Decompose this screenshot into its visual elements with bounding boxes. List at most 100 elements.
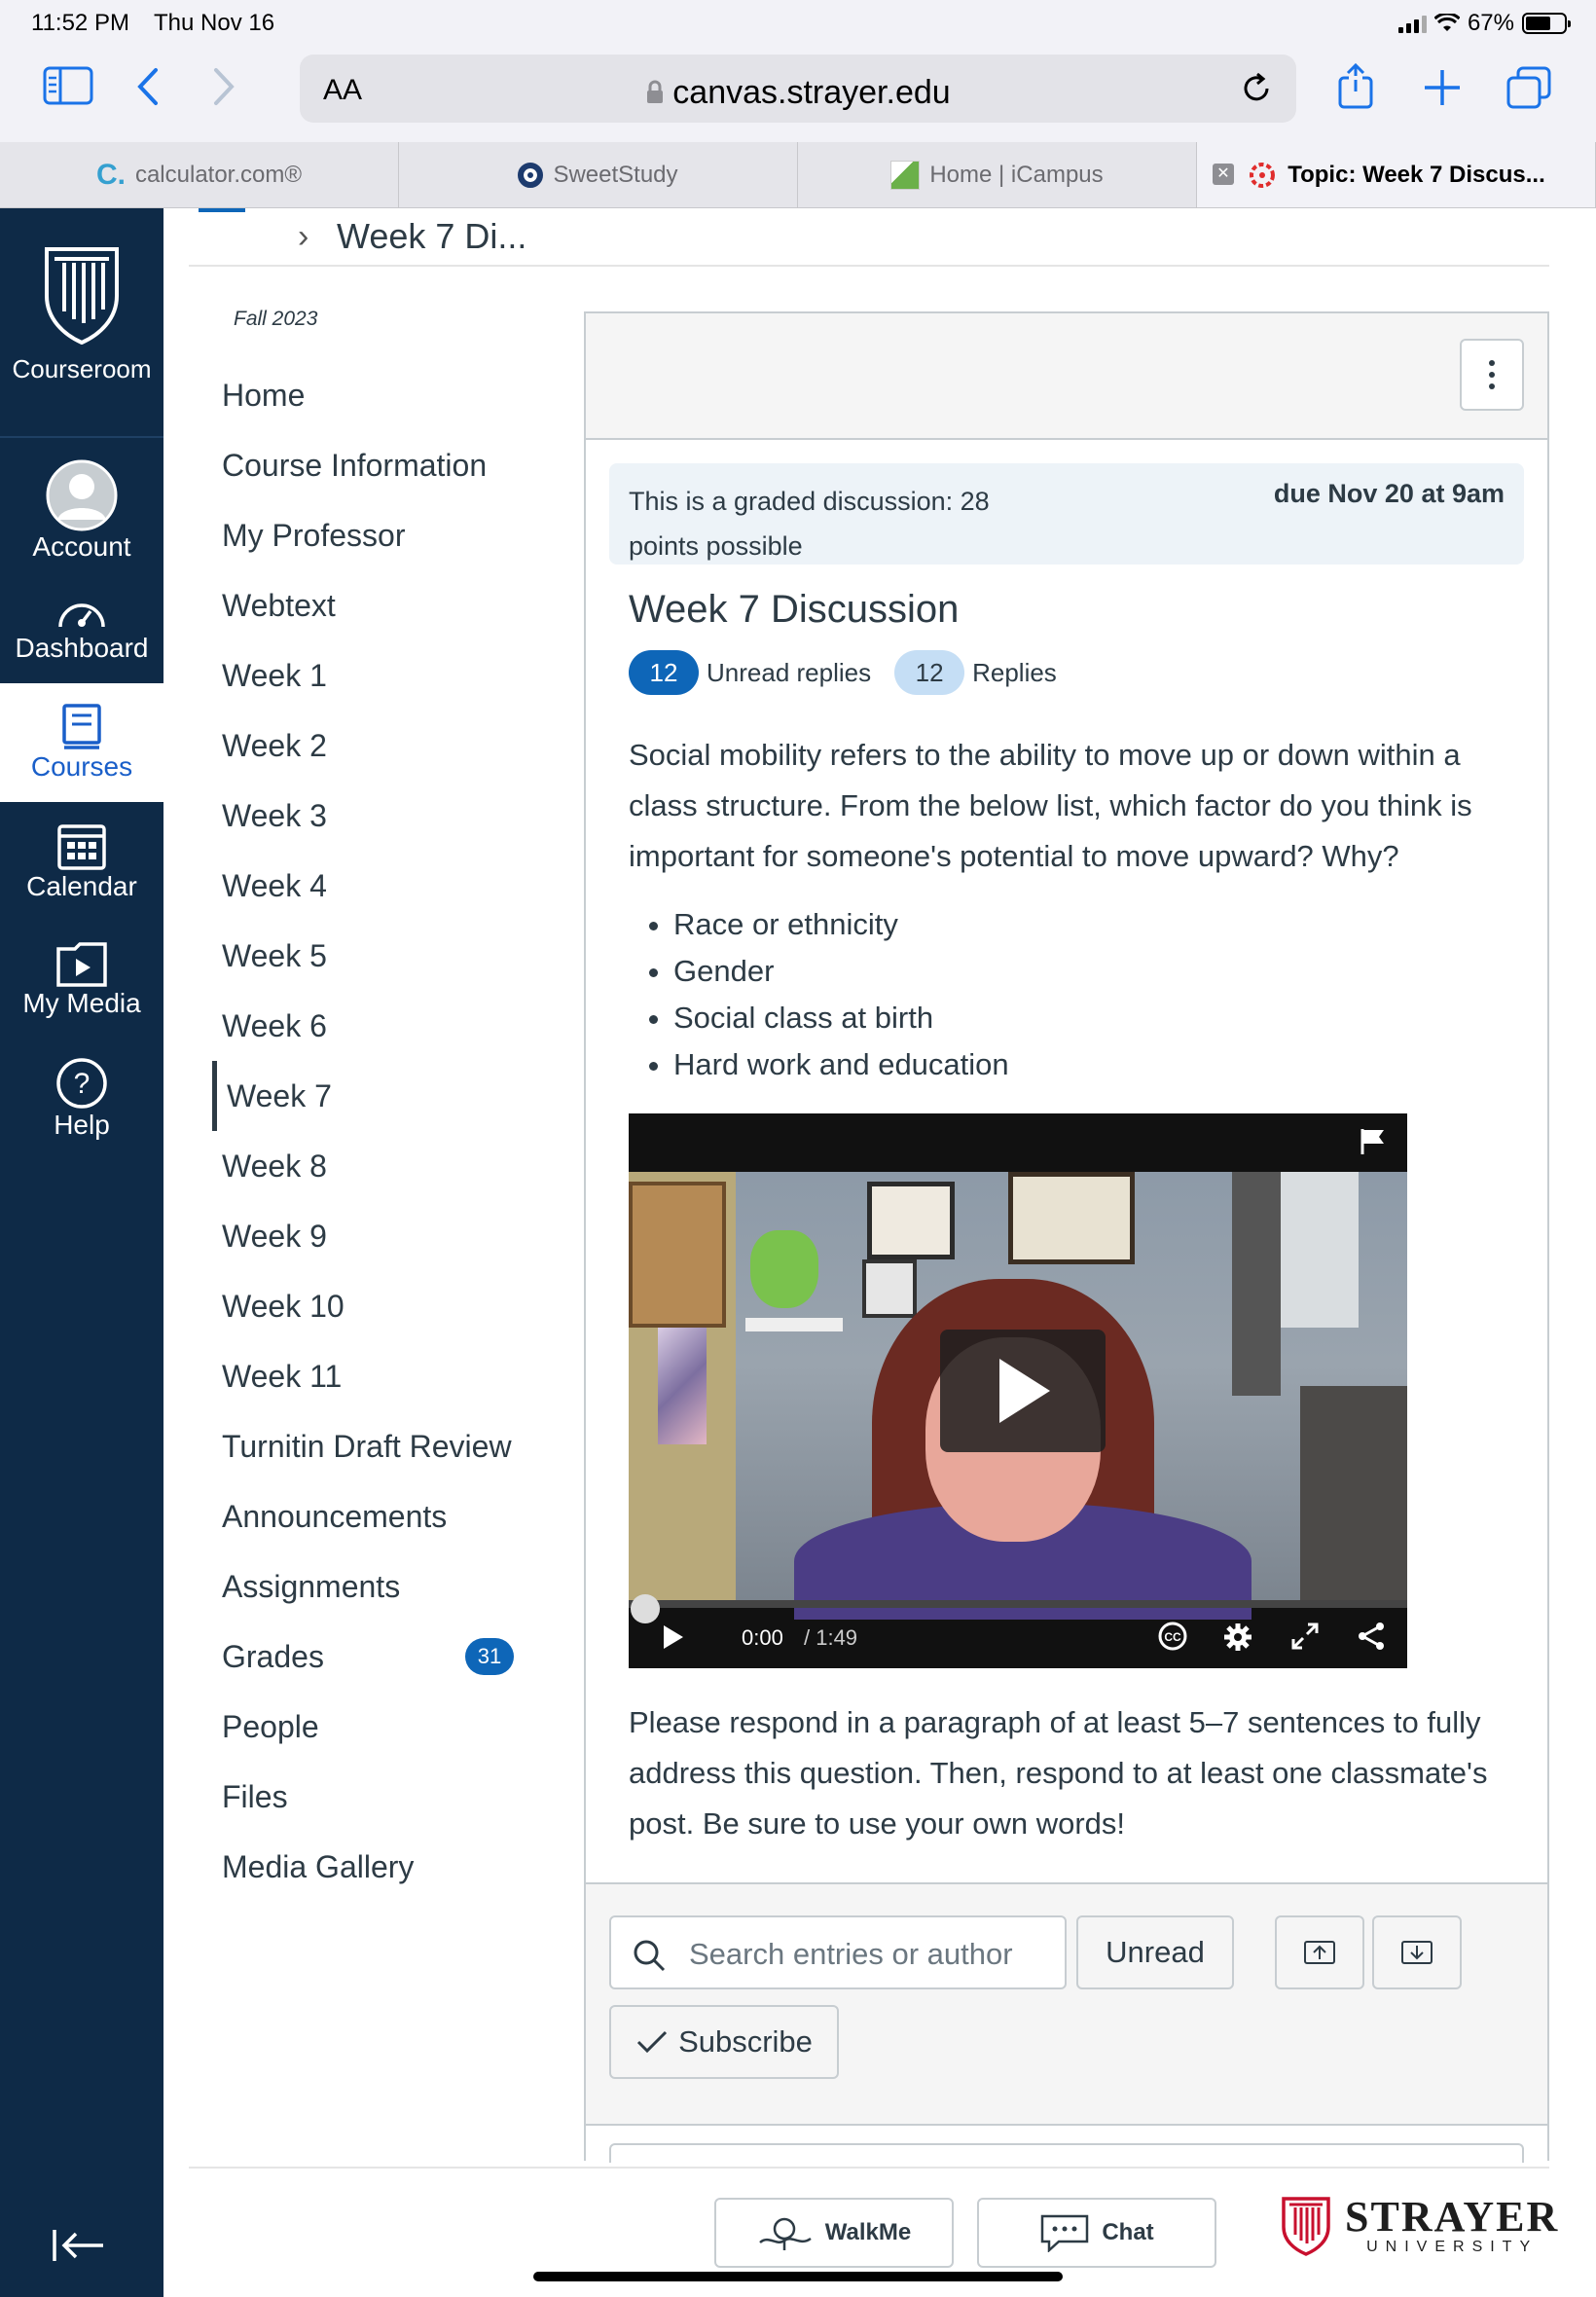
discussion-title: Week 7 Discussion: [629, 588, 960, 631]
course-nav-week-5[interactable]: Week 5: [189, 921, 539, 991]
nav-my-media[interactable]: My Media: [0, 921, 163, 1039]
course-nav-week-11[interactable]: Week 11: [189, 1341, 539, 1411]
course-nav-people[interactable]: People: [189, 1692, 539, 1762]
factor-list: Race or ethnicity Gender Social class at…: [673, 901, 1009, 1088]
subscribe-label: Subscribe: [678, 2024, 813, 2059]
collapse-nav-icon[interactable]: [51, 2226, 107, 2270]
reload-icon[interactable]: [1238, 70, 1275, 107]
strayer-logo: STRAYER UNIVERSITY: [1281, 2196, 1559, 2256]
course-nav-week-4[interactable]: Week 4: [189, 851, 539, 921]
unread-count-badge: 12: [629, 650, 699, 695]
walkme-icon: [758, 2217, 812, 2250]
checkmark-icon: [637, 2030, 668, 2054]
fullscreen-icon[interactable]: [1290, 1622, 1320, 1651]
course-navigation: Fall 2023 Home Course Information My Pro…: [189, 308, 539, 1902]
browser-toolbar: AA canvas.strayer.edu: [0, 45, 1596, 142]
search-input[interactable]: Search entries or author: [609, 1915, 1067, 1989]
video-player[interactable]: 0:00 / 1:49 CC: [629, 1113, 1407, 1668]
lock-icon: [647, 80, 664, 103]
nav-courses[interactable]: Courses: [0, 683, 163, 802]
discussion-panel: This is a graded discussion: 28 points p…: [584, 311, 1549, 2163]
nav-calendar[interactable]: Calendar: [0, 802, 163, 921]
address-url: canvas.strayer.edu: [300, 74, 1296, 112]
course-nav-media-gallery[interactable]: Media Gallery: [189, 1832, 539, 1902]
next-entry-card-edge: [609, 2143, 1524, 2163]
unread-filter-button[interactable]: Unread: [1076, 1915, 1234, 1989]
sort-ascending-button[interactable]: [1275, 1915, 1364, 1989]
course-nav-turnitin-draft-review[interactable]: Turnitin Draft Review: [189, 1411, 539, 1481]
status-time: 11:52 PM: [31, 10, 129, 36]
discussion-toolbar: Search entries or author Unread Subscrib…: [586, 1882, 1547, 2126]
report-flag-icon[interactable]: [1359, 1127, 1388, 1156]
tab-label: Home | iCampus: [929, 161, 1104, 188]
upload-arrow-icon: [1304, 1941, 1335, 1964]
sidebar-toggle-icon[interactable]: [43, 66, 93, 105]
course-nav-week-10[interactable]: Week 10: [189, 1271, 539, 1341]
tab-week7-discussion[interactable]: ✕ Topic: Week 7 Discus...: [1197, 142, 1596, 207]
chat-label: Chat: [1102, 2219, 1154, 2245]
course-nav-week-7[interactable]: Week 7: [212, 1061, 539, 1131]
breadcrumb-current[interactable]: Week 7 Di...: [337, 216, 526, 257]
course-nav-course-information[interactable]: Course Information: [189, 430, 539, 500]
nav-dashboard[interactable]: Dashboard: [0, 574, 163, 683]
footer-divider: [189, 2167, 1549, 2169]
walkme-label: WalkMe: [824, 2219, 912, 2245]
cellular-signal-icon: [1397, 14, 1427, 33]
course-nav-my-professor[interactable]: My Professor: [189, 500, 539, 570]
walkme-button[interactable]: WalkMe: [714, 2198, 954, 2268]
grades-count-badge: 31: [465, 1638, 514, 1675]
status-date: Thu Nov 16: [154, 10, 275, 36]
course-nav-assignments[interactable]: Assignments: [189, 1551, 539, 1622]
sort-descending-button[interactable]: [1372, 1915, 1462, 1989]
video-progress-bar[interactable]: [629, 1600, 1407, 1608]
strayer-wordmark: STRAYER: [1345, 2193, 1560, 2241]
unread-replies-label: Unread replies: [707, 657, 872, 687]
course-nav-week-1[interactable]: Week 1: [189, 640, 539, 711]
settings-gear-icon[interactable]: [1222, 1622, 1253, 1653]
closed-captions-icon[interactable]: CC: [1158, 1622, 1187, 1651]
courseroom-brand[interactable]: Courseroom: [0, 208, 163, 438]
wifi-icon: [1433, 14, 1460, 31]
tab-sweetstudy[interactable]: SweetStudy: [399, 142, 798, 207]
share-icon[interactable]: [1335, 62, 1376, 109]
status-indicators: 67%: [1397, 10, 1571, 37]
course-nav-grades[interactable]: Grades 31: [189, 1622, 539, 1692]
forward-icon[interactable]: [208, 66, 237, 107]
course-nav-announcements[interactable]: Announcements: [189, 1481, 539, 1551]
tab-label: calculator.com®: [134, 161, 303, 188]
icampus-favicon-icon: [890, 160, 921, 190]
reply-counts: 12 Unread replies 12 Replies: [629, 650, 1057, 695]
new-tab-icon[interactable]: [1423, 68, 1462, 107]
courseroom-label: Courseroom: [12, 354, 152, 383]
course-nav-week-9[interactable]: Week 9: [189, 1201, 539, 1271]
back-icon[interactable]: [134, 66, 163, 107]
play-icon[interactable]: [662, 1623, 685, 1651]
replies-count-badge: 12: [894, 650, 965, 695]
course-nav-webtext[interactable]: Webtext: [189, 570, 539, 640]
nav-help[interactable]: ? Help: [0, 1039, 163, 1158]
tab-icampus[interactable]: Home | iCampus: [798, 142, 1197, 207]
calendar-icon: [57, 824, 106, 870]
close-tab-icon[interactable]: ✕: [1213, 164, 1234, 185]
nav-label: Courses: [30, 751, 133, 782]
course-nav-week-8[interactable]: Week 8: [189, 1131, 539, 1201]
tab-overview-icon[interactable]: [1506, 66, 1551, 109]
video-duration: / 1:49: [804, 1625, 858, 1650]
nav-label: Calendar: [26, 871, 137, 901]
share-icon[interactable]: [1357, 1622, 1386, 1651]
video-current-time: 0:00: [742, 1625, 783, 1650]
course-nav-files[interactable]: Files: [189, 1762, 539, 1832]
tab-calculator[interactable]: C. calculator.com®: [0, 142, 399, 207]
course-nav-week-3[interactable]: Week 3: [189, 781, 539, 851]
subscribe-button[interactable]: Subscribe: [609, 2005, 839, 2079]
nav-account[interactable]: Account: [0, 438, 163, 574]
more-options-icon[interactable]: [1460, 339, 1524, 411]
course-nav-home[interactable]: Home: [189, 360, 539, 430]
play-button-icon[interactable]: [940, 1330, 1106, 1452]
media-folder-icon: [56, 942, 107, 987]
list-item: Race or ethnicity: [673, 901, 1009, 948]
chat-button[interactable]: Chat: [977, 2198, 1216, 2268]
address-bar[interactable]: AA canvas.strayer.edu: [300, 55, 1296, 123]
course-nav-week-6[interactable]: Week 6: [189, 991, 539, 1061]
course-nav-week-2[interactable]: Week 2: [189, 711, 539, 781]
